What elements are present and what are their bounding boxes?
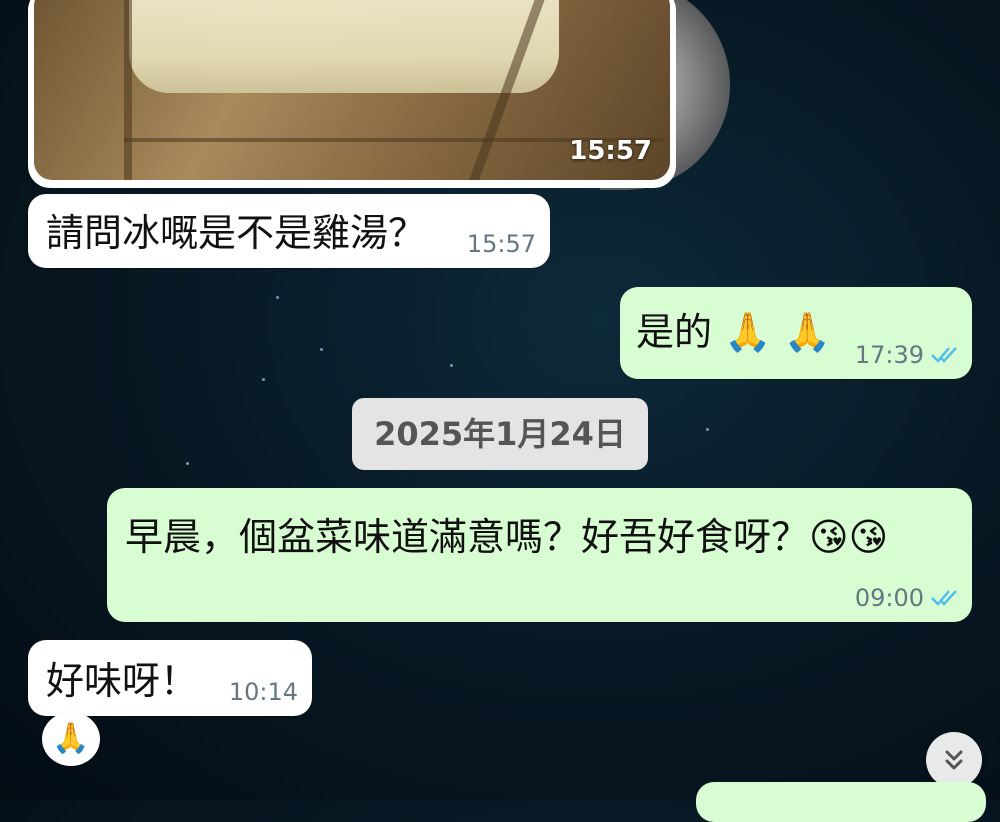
- message-photo[interactable]: 15:57: [34, 0, 670, 180]
- double-check-icon: [931, 590, 957, 606]
- background-star: [276, 296, 279, 299]
- background-star: [450, 364, 453, 367]
- message-timestamp: 10:14: [228, 678, 298, 706]
- message-text: 好味呀！: [46, 659, 199, 703]
- message-timestamp: 09:00: [854, 584, 924, 612]
- background-star: [706, 428, 709, 431]
- outgoing-message[interactable]: 早晨，個盆菜味道滿意嗎？好吾好食呀？😘😘 09:00: [107, 488, 972, 622]
- double-check-icon: [931, 347, 957, 363]
- photo-bag: [129, 0, 559, 93]
- message-timestamp: 17:39: [854, 341, 924, 369]
- incoming-message[interactable]: 好味呀！ 10:14: [28, 640, 312, 716]
- message-text: 早晨，個盆菜味道滿意嗎？好吾好食呀？😘😘: [125, 515, 889, 559]
- scroll-down-button[interactable]: [926, 732, 982, 788]
- photo-box-edge: [124, 0, 132, 180]
- chevron-double-down-icon: [945, 750, 963, 770]
- outgoing-message[interactable]: 是的 🙏 🙏 17:39: [620, 287, 972, 379]
- image-timestamp: 15:57: [569, 136, 652, 166]
- message-timestamp: 15:57: [466, 230, 536, 258]
- outgoing-message-partial[interactable]: [696, 782, 986, 822]
- message-text: 請問冰嘅是不是雞湯？: [46, 211, 427, 255]
- background-star: [320, 348, 323, 351]
- message-text: 是的 🙏 🙏: [636, 310, 831, 354]
- background-star: [262, 378, 265, 381]
- background-star: [186, 462, 189, 465]
- date-separator: 2025年1月24日: [352, 398, 648, 470]
- image-message[interactable]: 15:57: [28, 0, 676, 188]
- message-reaction[interactable]: 🙏: [42, 712, 100, 766]
- incoming-message[interactable]: 請問冰嘅是不是雞湯？ 15:57: [28, 194, 550, 268]
